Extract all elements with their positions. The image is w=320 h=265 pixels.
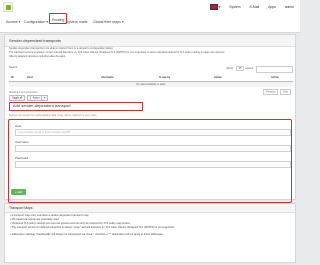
pagination: Previous Next bbox=[262, 88, 291, 95]
password-input[interactable] bbox=[15, 161, 291, 168]
column-action[interactable]: Action bbox=[271, 76, 279, 79]
main-nav: Access ▾ Configuration ▾ Routing System … bbox=[0, 13, 300, 33]
host-input[interactable]: smtp.example.org:25 or [host.example.org… bbox=[15, 129, 291, 136]
action-dropdown[interactable]: Action ▾ bbox=[26, 94, 49, 101]
transport-maps-title: Transport Maps bbox=[5, 204, 295, 213]
show-label: Show bbox=[226, 67, 233, 70]
nav-configuration[interactable]: Configuration ▾ bbox=[24, 20, 48, 24]
nav-routing[interactable]: Routing bbox=[49, 13, 68, 24]
next-button[interactable]: Next bbox=[280, 88, 291, 95]
nav-access[interactable]: Access ▾ bbox=[6, 20, 20, 24]
top-bar-menu: ▾ System E-Mail Apps admin bbox=[194, 0, 294, 14]
menu-user[interactable]: admin bbox=[285, 5, 294, 9]
password-label: Password bbox=[15, 156, 29, 160]
show-entries-select[interactable]: 25 bbox=[235, 66, 245, 71]
logo-mark-icon bbox=[6, 5, 11, 10]
bullet-text: Outbound TLS policy settings per user ar… bbox=[11, 222, 131, 225]
menu-system[interactable]: System bbox=[229, 5, 240, 9]
add-button[interactable]: + Add bbox=[11, 189, 26, 195]
panel-info: Sender-dependent transports to be able t… bbox=[9, 47, 289, 59]
table-actions: Toggle all Action ▾ bbox=[9, 94, 49, 101]
transport-maps-bullet: • The transport service for defined tran… bbox=[10, 226, 175, 229]
username-input[interactable] bbox=[15, 145, 291, 152]
toggle-all-button[interactable]: Toggle all bbox=[9, 94, 26, 101]
add-transport-form: Host smtp.example.org:25 or [host.exampl… bbox=[8, 119, 292, 203]
table-empty-row: No data available in table bbox=[9, 82, 293, 87]
column-id[interactable]: ID bbox=[11, 76, 14, 79]
bullet-text: A transport map entry overrides a sender… bbox=[11, 214, 90, 217]
bullet-text: Addresses matching "/localhost$/" will a… bbox=[11, 233, 164, 236]
column-host[interactable]: Host bbox=[27, 76, 33, 79]
column-username[interactable]: Username bbox=[101, 76, 114, 79]
info-line: Affects selected domains including alias… bbox=[9, 55, 67, 58]
table-controls: Search: Show 25 entries bbox=[9, 66, 293, 74]
host-label: Host bbox=[15, 124, 22, 128]
add-transport-hint: Remove the sender from authentication da… bbox=[9, 114, 98, 117]
flag-icon bbox=[209, 4, 218, 10]
username-label: Username bbox=[15, 140, 29, 144]
menu-apps[interactable]: Apps bbox=[268, 5, 276, 9]
top-bar: ▾ System E-Mail Apps admin bbox=[0, 0, 300, 15]
bullet-text: MX-based transports are preferably used. bbox=[11, 218, 60, 221]
show-entries: Show 25 entries bbox=[226, 66, 253, 71]
app-logo[interactable] bbox=[3, 2, 13, 12]
transport-maps-panel: Transport Maps • A transport map entry o… bbox=[4, 203, 296, 263]
column-in-use-by[interactable]: In use by bbox=[159, 76, 170, 79]
search-label: Search: bbox=[9, 66, 18, 69]
nav-global-filter-maps[interactable]: Global filter maps ▾ bbox=[93, 20, 124, 24]
language-switcher[interactable]: ▾ bbox=[202, 4, 220, 10]
entries-label: entries bbox=[245, 67, 253, 70]
sender-transports-panel: Sender-dependent transports Sender-depen… bbox=[4, 34, 296, 203]
add-transport-title: Add sender-dependent transport bbox=[9, 102, 143, 111]
panel-title: Sender-dependent transports bbox=[5, 35, 295, 47]
transport-maps-bullet: • Addresses matching "/localhost$/" will… bbox=[10, 233, 164, 236]
search-input[interactable] bbox=[256, 66, 293, 73]
showing-entries: Showing 0 to 0 of 0 entries bbox=[9, 91, 38, 94]
previous-button[interactable]: Previous bbox=[263, 88, 279, 95]
action-dropdown-label: Action bbox=[29, 94, 43, 101]
column-active[interactable]: Active bbox=[214, 76, 222, 79]
bullet-text: The transport service for defined transp… bbox=[11, 226, 175, 229]
menu-email[interactable]: E-Mail bbox=[250, 5, 260, 9]
nav-system-mails[interactable]: System mails bbox=[66, 20, 87, 24]
